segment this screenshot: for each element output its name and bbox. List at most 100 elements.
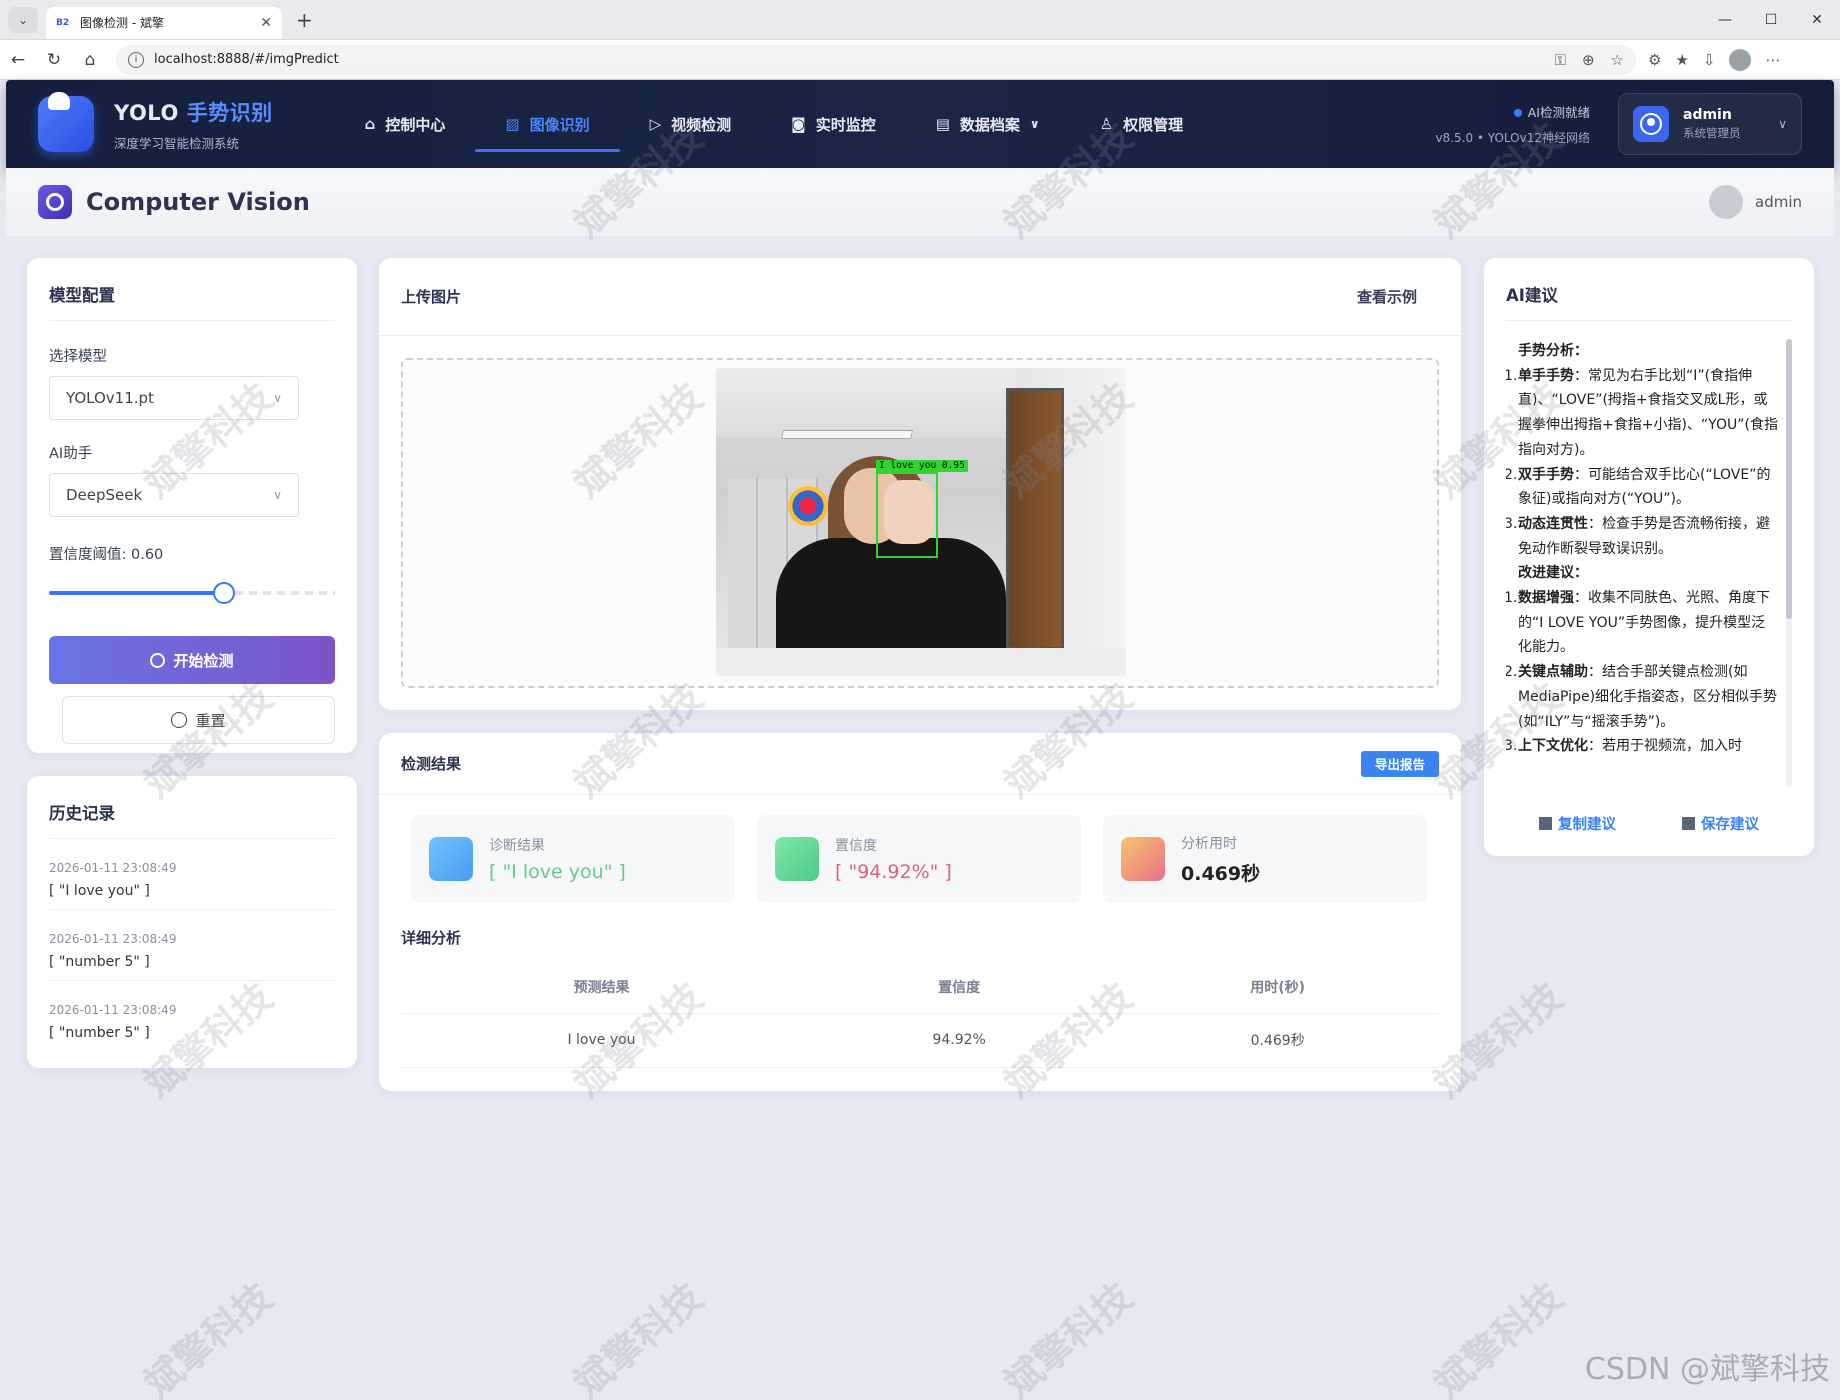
zoom-icon[interactable]: ⊕ <box>1582 51 1595 69</box>
ai-line: 3. 上下文优化：若用于视频流，加入时 <box>1506 738 1742 755</box>
status-block: AI检测就绪 v8.5.0 • YOLOv12神经网络 <box>1435 102 1590 146</box>
download-icon[interactable]: ⇩ <box>1703 51 1716 69</box>
detect-icon <box>150 652 166 668</box>
ai-suggestion-text[interactable]: 手势分析： 1. 单手手势：常见为右手比划“I”(食指伸直)、“LOVE”(拇指+… <box>1506 339 1792 787</box>
model-select[interactable]: YOLOv11.pt ∨ <box>49 376 299 420</box>
model-select-value: YOLOv11.pt <box>66 389 154 407</box>
upload-title: 上传图片 <box>401 288 462 306</box>
nav-item-camera[interactable]: ◙ 实时监控 <box>761 80 906 168</box>
user-menu[interactable]: admin 系统管理员 ∨ <box>1618 93 1802 155</box>
watermark: 斌擎科技 <box>1425 1274 1571 1400</box>
copy-icon <box>1539 817 1552 830</box>
chevron-down-icon: ∨ <box>1778 117 1787 131</box>
reset-icon <box>171 712 188 728</box>
new-tab-icon[interactable]: + <box>296 8 313 32</box>
detection-box <box>876 472 938 558</box>
history-value: [ "number 5" ] <box>49 1025 150 1041</box>
results-title: 检测结果 <box>401 755 462 773</box>
ai-line: 3. 动态连贯性：检查手势是否流畅衔接，避免动作断裂导致误识别。 <box>1506 515 1770 557</box>
sub-user[interactable]: admin <box>1709 185 1802 219</box>
stat-label: 诊断结果 <box>489 838 545 854</box>
stat-label: 分析用时 <box>1181 835 1237 852</box>
home-browser-icon[interactable]: ⌂ <box>72 50 108 70</box>
list-item[interactable]: 2026-01-11 23:08:49 [ "number 5" ] <box>49 981 335 1051</box>
tab-title: 图像检测 - 斌擎 <box>80 16 164 30</box>
ai-line: 2. 关键点辅助：结合手部关键点检测(如MediaPipe)细化手指姿态，区分相似… <box>1506 664 1778 730</box>
copy-suggestion-button[interactable]: 复制建议 <box>1539 813 1616 834</box>
browser-tab[interactable]: B2 图像检测 - 斌擎 ✕ <box>46 6 282 39</box>
site-info-icon[interactable]: i <box>128 51 144 68</box>
timer-icon <box>1121 837 1165 881</box>
nav-item-dashboard[interactable]: ⌂ 控制中心 <box>335 80 476 168</box>
back-icon[interactable]: ← <box>0 50 36 70</box>
upload-dropzone[interactable]: I love you 0.95 <box>401 358 1439 688</box>
nav-item-image[interactable]: ▨ 图像识别 <box>475 80 620 168</box>
home-icon: ⌂ <box>364 115 376 133</box>
window-controls: — ☐ ✕ <box>1702 0 1840 40</box>
assistant-label: AI助手 <box>49 446 93 462</box>
ai-suggestion-card: AI建议 手势分析： 1. 单手手势：常见为右手比划“I”(食指伸直)、“LOVE… <box>1484 258 1814 856</box>
table-cell: I love you <box>401 1013 802 1068</box>
maximize-icon[interactable]: ☐ <box>1748 0 1794 40</box>
view-example-link[interactable]: 查看示例 <box>1357 286 1417 307</box>
nav-item-records[interactable]: ▤ 数据档案 ∨ <box>906 80 1070 168</box>
star-icon[interactable]: ☆ <box>1611 51 1624 69</box>
stat-diagnosis: 诊断结果 [ "I love you" ] <box>411 815 735 903</box>
avatar <box>1709 185 1743 219</box>
footer-watermark: CSDN @斌擎科技 <box>1584 1352 1830 1387</box>
watermark: 斌擎科技 <box>995 1274 1141 1400</box>
close-tab-icon[interactable]: ✕ <box>260 15 272 31</box>
slider-handle[interactable] <box>213 582 235 604</box>
document-icon: ▤ <box>935 115 950 133</box>
stats-row: 诊断结果 [ "I love you" ] 置信度 [ "94.92%" ] 分… <box>411 815 1427 903</box>
assistant-select-value: DeepSeek <box>66 486 143 504</box>
assistant-select[interactable]: DeepSeek ∨ <box>49 473 299 517</box>
table-cell: 94.92% <box>802 1013 1117 1068</box>
more-icon[interactable]: ⋯ <box>1765 51 1780 69</box>
version-text: v8.5.0 • YOLOv12神经网络 <box>1435 131 1590 145</box>
minimize-icon[interactable]: — <box>1702 0 1748 40</box>
detection-label: I love you 0.95 <box>876 460 968 472</box>
url-input[interactable]: i localhost:8888/#/imgPredict ⚿ ⊕ ☆ <box>116 44 1636 75</box>
ai-line: 2. 双手手势：可能结合双手比心(“LOVE”的象征)或指向对方(“YOU”)。 <box>1506 466 1771 508</box>
profile-avatar[interactable] <box>1729 48 1752 71</box>
model-config-card: 模型配置 选择模型 YOLOv11.pt ∨ AI助手 DeepSeek ∨ 置… <box>27 258 357 753</box>
list-item[interactable]: 2026-01-11 23:08:49 [ "number 5" ] <box>49 910 335 981</box>
ai-title: AI建议 <box>1506 286 1558 305</box>
url-text: localhost:8888/#/imgPredict <box>154 52 339 67</box>
close-window-icon[interactable]: ✕ <box>1794 0 1840 40</box>
nav-item-permissions[interactable]: ♙ 权限管理 <box>1070 80 1213 168</box>
column-header: 置信度 <box>802 961 1117 1014</box>
key-icon[interactable]: ⚿ <box>1555 51 1566 69</box>
ai-line: 手势分析： <box>1518 343 1588 359</box>
table-row: I love you 94.92% 0.469秒 <box>401 1013 1439 1068</box>
ai-line: 1. 单手手势：常见为右手比划“I”(食指伸直)、“LOVE”(拇指+食指交叉成L… <box>1506 367 1778 458</box>
image-icon: ▨ <box>505 115 520 133</box>
stat-value: [ "94.92%" ] <box>835 861 952 883</box>
stat-value: [ "I love you" ] <box>489 861 626 883</box>
list-item[interactable]: 2026-01-11 23:08:49 [ "I love you" ] <box>49 839 335 910</box>
start-detection-button[interactable]: 开始检测 <box>49 636 335 684</box>
extensions-icon[interactable]: ⚙ <box>1648 51 1661 69</box>
model-label: 选择模型 <box>49 349 107 365</box>
upload-card: 上传图片 查看示例 I love you 0.95 <box>379 258 1461 710</box>
ai-scrollbar[interactable] <box>1786 339 1792 787</box>
tab-list-button[interactable]: ⌄ <box>8 6 38 33</box>
reset-button[interactable]: 重置 <box>62 696 335 744</box>
export-report-button[interactable]: 导出报告 <box>1360 750 1439 777</box>
brand-subtitle: 深度学习智能检测系统 <box>114 135 240 151</box>
nav-item-video[interactable]: ▷ 视频检测 <box>620 80 762 168</box>
chevron-down-icon: ∨ <box>273 391 282 405</box>
favorites-icon[interactable]: ★ <box>1675 51 1688 69</box>
threshold-slider[interactable] <box>49 582 335 604</box>
ai-line: 改进建议： <box>1518 565 1588 582</box>
confidence-icon <box>775 837 819 881</box>
watermark: 斌擎科技 <box>565 1274 711 1400</box>
reload-icon[interactable]: ↻ <box>36 50 72 70</box>
history-time: 2026-01-11 23:08:49 <box>49 932 177 946</box>
status-dot-icon <box>1513 109 1522 117</box>
column-header: 用时(秒) <box>1116 961 1439 1014</box>
save-icon <box>1682 817 1695 830</box>
stat-time: 分析用时 0.469秒 <box>1103 815 1427 903</box>
save-suggestion-button[interactable]: 保存建议 <box>1682 813 1759 834</box>
